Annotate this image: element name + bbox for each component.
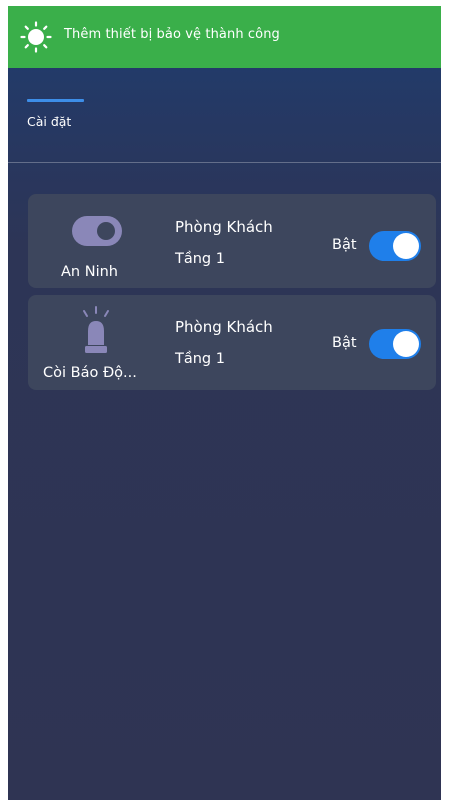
tab-bar: Cài đặt bbox=[8, 68, 441, 163]
toast-message: Thêm thiết bị bảo vệ thành công bbox=[64, 27, 280, 42]
device-floor: Tầng 1 bbox=[175, 251, 225, 267]
tab-divider bbox=[8, 162, 441, 163]
toggle-knob bbox=[393, 233, 419, 259]
device-name: Còi Báo Độ... bbox=[43, 365, 137, 381]
device-name: An Ninh bbox=[61, 264, 118, 280]
tab-settings[interactable]: Cài đặt bbox=[27, 114, 71, 129]
toggle-knob bbox=[393, 331, 419, 357]
device-floor: Tầng 1 bbox=[175, 351, 225, 367]
enable-toggle[interactable] bbox=[369, 231, 421, 261]
app-screen: Thêm thiết bị bảo vệ thành công Cài đặt … bbox=[8, 6, 441, 800]
device-card-an-ninh[interactable]: An Ninh Phòng Khách Tầng 1 Bật bbox=[28, 194, 436, 288]
siren-icon bbox=[83, 306, 109, 353]
state-label: Bật bbox=[332, 335, 357, 351]
state-label: Bật bbox=[332, 237, 357, 253]
success-toast: Thêm thiết bị bảo vệ thành công bbox=[8, 6, 441, 68]
active-tab-indicator bbox=[27, 99, 84, 102]
device-room: Phòng Khách bbox=[175, 318, 273, 336]
toggle-switch-icon bbox=[72, 216, 122, 246]
device-card-coi-bao-dong[interactable]: Còi Báo Độ... Phòng Khách Tầng 1 Bật bbox=[28, 295, 436, 390]
device-room: Phòng Khách bbox=[175, 218, 273, 236]
enable-toggle[interactable] bbox=[369, 329, 421, 359]
sun-icon bbox=[20, 21, 52, 53]
